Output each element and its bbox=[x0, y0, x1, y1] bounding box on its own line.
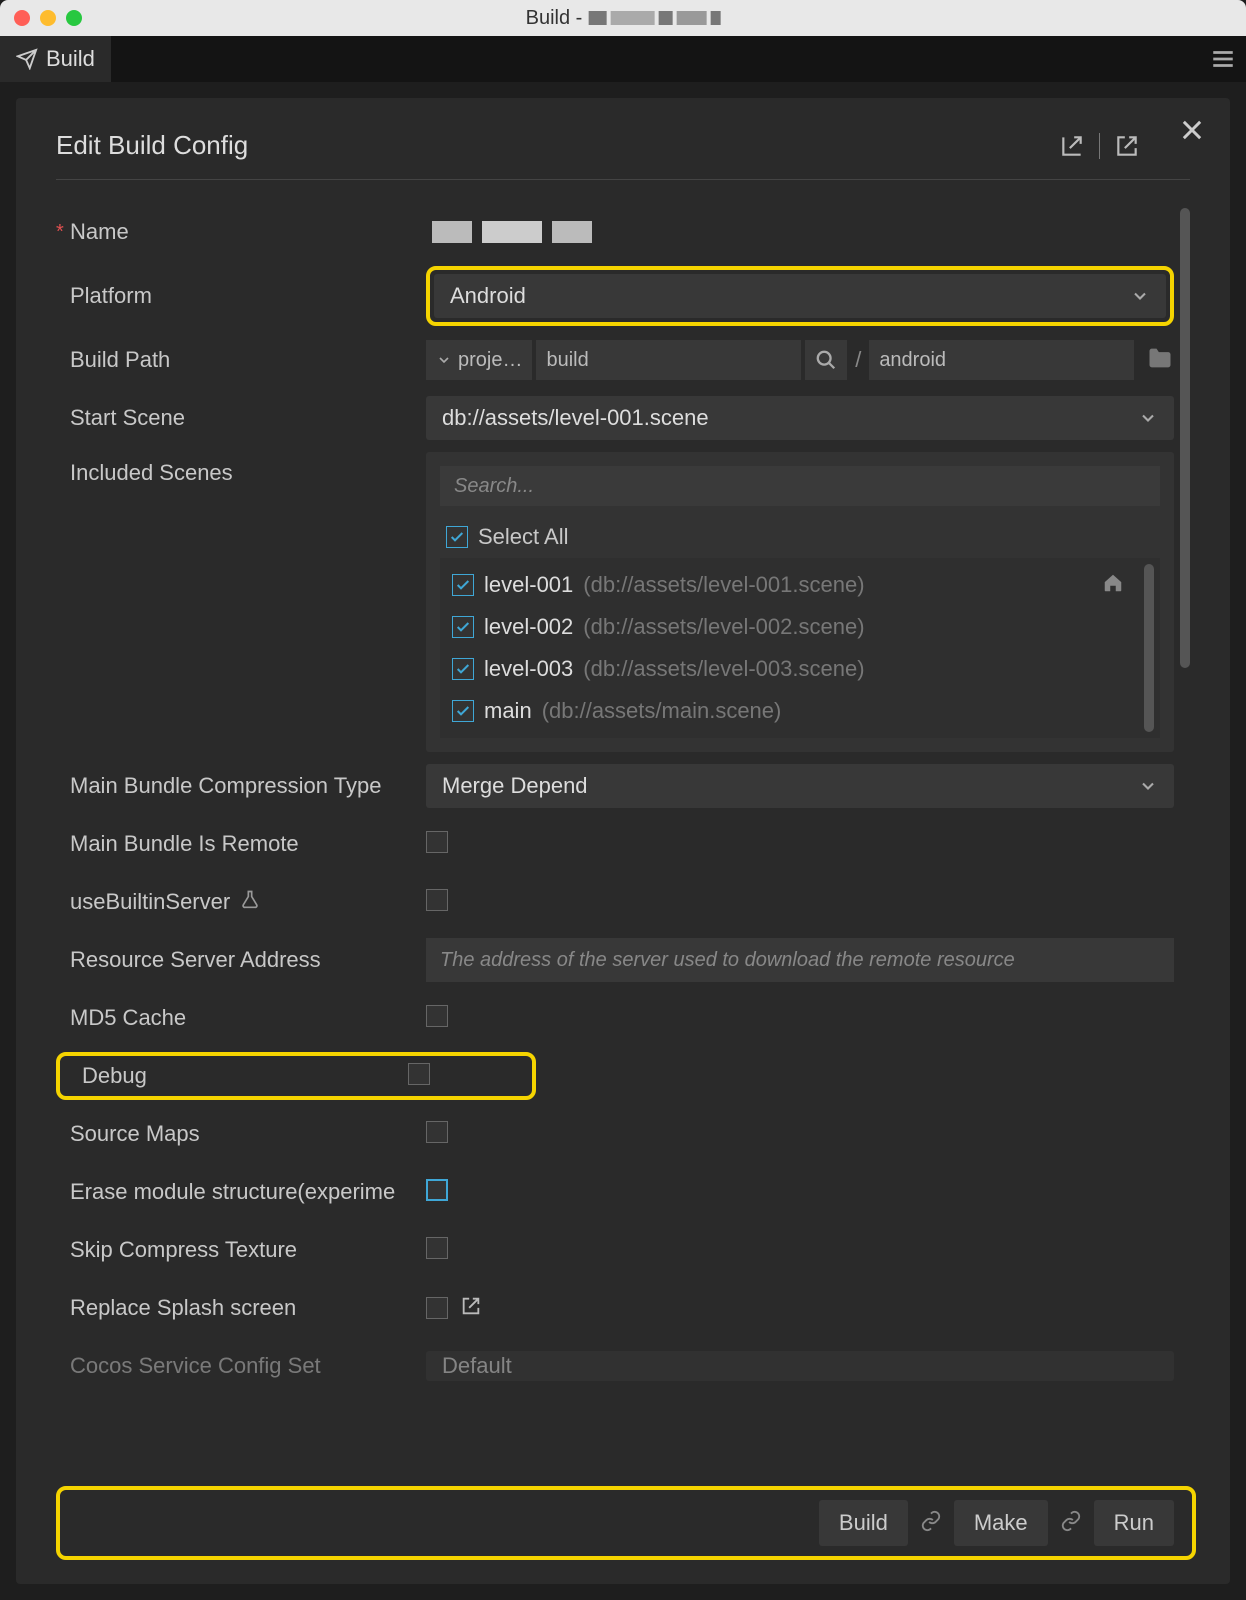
serveraddr-label: Resource Server Address bbox=[56, 947, 426, 973]
chevron-down-icon bbox=[1138, 408, 1158, 428]
search-icon bbox=[815, 349, 837, 371]
buildpath-search-button[interactable] bbox=[805, 340, 847, 380]
compression-label: Main Bundle Compression Type bbox=[56, 773, 426, 799]
compression-select[interactable]: Merge Depend bbox=[426, 764, 1174, 808]
import-config-icon[interactable] bbox=[1059, 133, 1085, 159]
folder-icon bbox=[1146, 344, 1174, 372]
builtinserver-label: useBuiltinServer bbox=[56, 889, 426, 915]
scene-checkbox[interactable] bbox=[452, 616, 474, 638]
md5-label: MD5 Cache bbox=[56, 1005, 426, 1031]
paper-plane-icon bbox=[16, 48, 38, 70]
external-link-icon bbox=[460, 1295, 482, 1317]
sourcemaps-checkbox[interactable] bbox=[426, 1121, 448, 1143]
buildpath-label: Build Path bbox=[56, 347, 426, 373]
builtinserver-checkbox[interactable] bbox=[426, 889, 448, 911]
home-icon bbox=[1102, 572, 1124, 600]
startscene-label: Start Scene bbox=[56, 405, 426, 431]
scrollbar-thumb[interactable] bbox=[1180, 208, 1190, 668]
splash-label: Replace Splash screen bbox=[56, 1295, 426, 1321]
form-area: *Name Platform Android Build Path proje… bbox=[56, 208, 1190, 1486]
make-button[interactable]: Make bbox=[954, 1500, 1048, 1546]
compression-value: Merge Depend bbox=[442, 773, 588, 799]
name-value bbox=[426, 221, 1174, 243]
scene-item[interactable]: level-002 (db://assets/level-002.scene) bbox=[446, 606, 1154, 648]
window-zoom-button[interactable] bbox=[66, 10, 82, 26]
skiptex-label: Skip Compress Texture bbox=[56, 1237, 426, 1263]
included-scenes-box: Search... Select All level-001 (db://ass… bbox=[426, 452, 1174, 752]
build-button[interactable]: Build bbox=[819, 1500, 908, 1546]
scene-search-input[interactable]: Search... bbox=[440, 466, 1160, 506]
startscene-select[interactable]: db://assets/level-001.scene bbox=[426, 396, 1174, 440]
debug-checkbox[interactable] bbox=[408, 1063, 430, 1085]
serveraddr-input[interactable]: The address of the server used to downlo… bbox=[426, 938, 1174, 982]
splash-checkbox[interactable] bbox=[426, 1297, 448, 1319]
erasemod-label: Erase module structure(experime bbox=[56, 1179, 426, 1205]
select-all-label: Select All bbox=[478, 524, 569, 550]
skiptex-checkbox[interactable] bbox=[426, 1237, 448, 1259]
window-title: Build - bbox=[526, 7, 721, 30]
menu-button[interactable] bbox=[1200, 36, 1246, 82]
platform-label: Platform bbox=[56, 283, 426, 309]
separator bbox=[1099, 133, 1100, 159]
chevron-down-icon bbox=[1138, 776, 1158, 796]
tab-bar: Build bbox=[0, 36, 1246, 82]
platform-select[interactable]: Android bbox=[434, 274, 1166, 318]
open-settings-button[interactable] bbox=[460, 1295, 482, 1322]
close-icon bbox=[1178, 116, 1206, 144]
remote-checkbox[interactable] bbox=[426, 831, 448, 853]
md5-checkbox[interactable] bbox=[426, 1005, 448, 1027]
footer-highlight: Build Make Run bbox=[56, 1486, 1196, 1560]
link-icon bbox=[920, 1510, 942, 1537]
open-folder-button[interactable] bbox=[1146, 344, 1174, 377]
scene-checkbox[interactable] bbox=[452, 658, 474, 680]
cocos-label: Cocos Service Config Set bbox=[56, 1353, 426, 1379]
window-close-button[interactable] bbox=[14, 10, 30, 26]
scene-item[interactable]: level-003 (db://assets/level-003.scene) bbox=[446, 648, 1154, 690]
chevron-down-icon bbox=[436, 352, 452, 368]
buildpath-folder-input[interactable]: build bbox=[536, 340, 801, 380]
debug-label: Debug bbox=[68, 1063, 408, 1089]
scene-checkbox[interactable] bbox=[452, 700, 474, 722]
remote-label: Main Bundle Is Remote bbox=[56, 831, 426, 857]
tab-build[interactable]: Build bbox=[0, 36, 111, 82]
cocos-select[interactable]: Default bbox=[426, 1351, 1174, 1381]
build-config-panel: Edit Build Config *Name Platform Android bbox=[16, 98, 1230, 1584]
scene-item[interactable]: level-001 (db://assets/level-001.scene) bbox=[446, 564, 1154, 606]
scene-checkbox[interactable] bbox=[452, 574, 474, 596]
flask-icon bbox=[236, 889, 260, 914]
select-all-checkbox[interactable] bbox=[446, 526, 468, 548]
panel-title: Edit Build Config bbox=[56, 130, 248, 161]
hamburger-icon bbox=[1210, 46, 1236, 72]
run-button[interactable]: Run bbox=[1094, 1500, 1174, 1546]
sourcemaps-label: Source Maps bbox=[56, 1121, 426, 1147]
erasemod-checkbox[interactable] bbox=[426, 1179, 448, 1201]
close-panel-button[interactable] bbox=[1178, 116, 1206, 149]
platform-highlight: Android bbox=[426, 266, 1174, 326]
scene-item[interactable]: main (db://assets/main.scene) bbox=[446, 690, 1154, 732]
export-config-icon[interactable] bbox=[1114, 133, 1140, 159]
buildpath-root-select[interactable]: proje… bbox=[426, 340, 532, 380]
debug-row-highlight: Debug bbox=[56, 1052, 536, 1100]
tab-label: Build bbox=[46, 46, 95, 72]
link-icon bbox=[1060, 1510, 1082, 1537]
startscene-value: db://assets/level-001.scene bbox=[442, 405, 709, 431]
platform-value: Android bbox=[450, 283, 526, 309]
chevron-down-icon bbox=[1130, 286, 1150, 306]
path-separator: / bbox=[851, 347, 865, 373]
window-minimize-button[interactable] bbox=[40, 10, 56, 26]
buildpath-target-input[interactable]: android bbox=[869, 340, 1134, 380]
window-titlebar: Build - bbox=[0, 0, 1246, 36]
name-label: *Name bbox=[56, 219, 426, 245]
includedscenes-label: Included Scenes bbox=[56, 452, 426, 486]
